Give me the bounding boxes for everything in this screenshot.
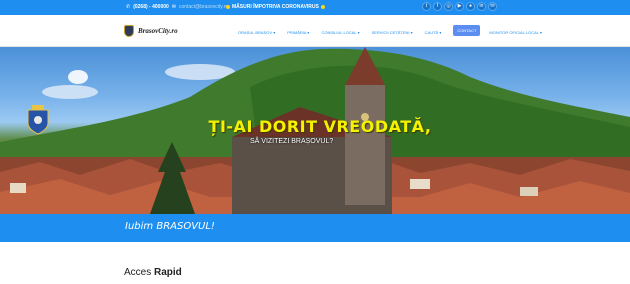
dot-icon — [226, 5, 230, 9]
mail-icon[interactable]: ✉ — [488, 2, 497, 11]
site-logo[interactable]: BrasovCity.ro — [124, 25, 178, 37]
menu-monitor-oficial[interactable]: MONITOR OFICIAL LOCAL ▾ — [489, 30, 542, 35]
phone-icon: ✆ — [126, 4, 131, 10]
hero-subtitle: SĂ VIZITEZI BRAȘOVUL? — [250, 138, 334, 145]
covid-label: MĂSURI ÎMPOTRIVA CORONAVIRUS — [232, 4, 319, 10]
top-bar: ✆ (0268) - 400000 ✉ contact@brasovcity.r… — [0, 0, 630, 15]
logo-text: BrasovCity.ro — [138, 27, 178, 35]
youtube-icon[interactable]: ▶ — [455, 2, 464, 11]
menu-orasul-brasov[interactable]: ORAȘUL BRAȘOV ▾ — [238, 30, 275, 35]
contact-button[interactable]: CONTACT — [453, 25, 481, 36]
quick-access-heading: Acces Rapid — [124, 267, 182, 278]
main-menu: ORAȘUL BRAȘOV ▾ PRIMĂRIA ▾ CONSILIUL LOC… — [238, 25, 554, 36]
twitter-icon[interactable]: t — [422, 2, 431, 11]
mail-icon: ✉ — [171, 4, 176, 10]
email-link[interactable]: contact@brasovcity.ro — [179, 4, 228, 10]
contact-info: ✆ (0268) - 400000 ✉ contact@brasovcity.r… — [126, 4, 228, 10]
menu-consiliul-local[interactable]: CONSILIUL LOCAL ▾ — [321, 30, 359, 35]
slogan-band: Iubim BRASOVUL! — [0, 214, 630, 242]
hero-title: ȚI-AI DORIT VREODATĂ, — [208, 117, 432, 136]
dot-icon — [320, 5, 325, 9]
covid-link[interactable]: MĂSURI ÎMPOTRIVA CORONAVIRUS — [226, 4, 325, 10]
city-crest-icon — [26, 105, 50, 135]
linkedin-icon[interactable]: in — [477, 2, 486, 11]
quick-access-prefix: Acces — [124, 267, 152, 278]
menu-cauta[interactable]: CAUTĂ ▾ — [425, 30, 442, 35]
social-links: t f ◎ ▶ ● in ✉ — [422, 2, 497, 11]
slogan-text: Iubim BRASOVUL! — [125, 221, 215, 232]
menu-servicii-cetateni[interactable]: SERVICII CETĂȚENI ▾ — [372, 30, 413, 35]
hero-banner: ȚI-AI DORIT VREODATĂ, SĂ VIZITEZI BRAȘOV… — [0, 47, 630, 214]
main-navbar: BrasovCity.ro ORAȘUL BRAȘOV ▾ PRIMĂRIA ▾… — [0, 15, 630, 47]
instagram-icon[interactable]: ◎ — [444, 2, 453, 11]
phone-number[interactable]: (0268) - 400000 — [133, 4, 169, 10]
quick-access-bold: Rapid — [154, 267, 182, 278]
menu-primaria[interactable]: PRIMĂRIA ▾ — [287, 30, 309, 35]
facebook-icon[interactable]: f — [433, 2, 442, 11]
flickr-icon[interactable]: ● — [466, 2, 475, 11]
coat-of-arms-icon — [124, 25, 134, 37]
